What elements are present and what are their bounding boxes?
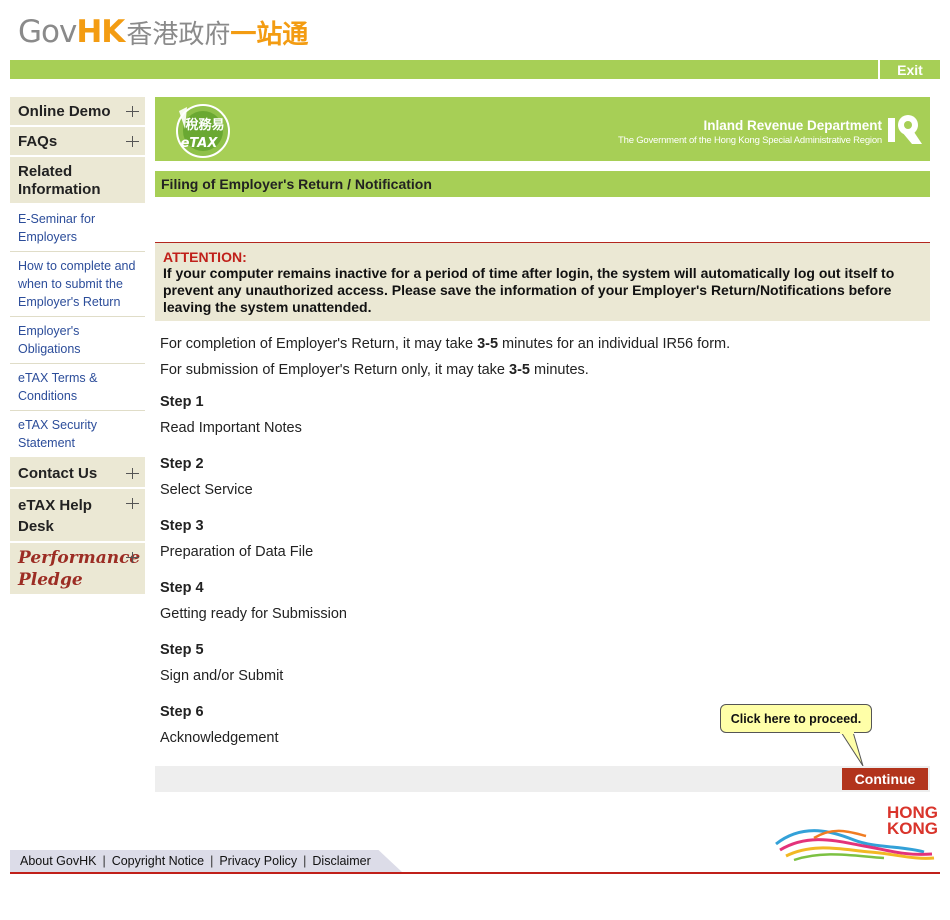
info-submission-time: For submission of Employer's Return only… — [160, 362, 589, 378]
step-item: Step 3 Preparation of Data File — [160, 516, 920, 562]
footer-links: About GovHK | Copyright Notice | Privacy… — [10, 850, 402, 872]
step-heading: Step 1 — [160, 394, 204, 410]
sidebar-section-related-information: Related Information — [10, 157, 145, 205]
expand-icon — [126, 135, 139, 148]
footer-link-copyright[interactable]: Copyright Notice — [112, 854, 204, 868]
sidebar-item-label: Online Demo — [18, 103, 111, 120]
exit-button[interactable]: Exit — [878, 60, 940, 79]
etax-chinese-text: 稅務易 — [185, 117, 224, 133]
etax-logo-icon[interactable]: 稅務易 eTAX — [165, 99, 241, 159]
ird-title: Inland Revenue Department The Government… — [618, 118, 882, 146]
attention-title: ATTENTION: — [163, 249, 247, 265]
sidebar-link-security-statement[interactable]: eTAX Security Statement — [10, 411, 145, 459]
sidebar-link-employer-obligations[interactable]: Employer's Obligations — [10, 317, 145, 364]
brand-text-line-2: KONG — [887, 819, 938, 838]
step-text: Getting ready for Submission — [160, 606, 347, 622]
logo-chinese-highlight: 一站通 — [230, 19, 309, 50]
step-item: Step 5 Sign and/or Submit — [160, 640, 920, 686]
sidebar-item-help-desk[interactable]: eTAX Help Desk — [10, 489, 145, 543]
sidebar: Online Demo FAQs Related Information E-S… — [10, 97, 145, 596]
proceed-tooltip: Click here to proceed. — [720, 704, 872, 733]
sidebar-item-online-demo[interactable]: Online Demo — [10, 97, 145, 127]
sidebar-item-label: Contact Us — [18, 465, 98, 482]
sidebar-item-label: FAQs — [18, 133, 58, 150]
main-content: For completion of Employer's Return, it … — [160, 334, 920, 748]
sidebar-item-contact-us[interactable]: Contact Us — [10, 459, 145, 489]
footer-link-disclaimer[interactable]: Disclaimer — [312, 854, 370, 868]
expand-icon — [126, 467, 139, 480]
step-text: Read Important Notes — [160, 420, 302, 436]
step-heading: Step 4 — [160, 580, 204, 596]
step-heading: Step 3 — [160, 518, 204, 534]
ird-subtitle: The Government of the Hong Kong Special … — [618, 135, 882, 146]
step-heading: Step 2 — [160, 456, 204, 472]
tooltip-pointer-icon — [840, 732, 864, 766]
ird-name: Inland Revenue Department — [703, 118, 882, 133]
info-completion-time: For completion of Employer's Return, it … — [160, 336, 731, 352]
step-item: Step 2 Select Service — [160, 454, 920, 500]
brand-hong-kong-logo: HONG KONG — [775, 803, 938, 862]
attention-body: If your computer remains inactive for a … — [163, 265, 895, 315]
expand-icon — [126, 105, 139, 118]
footer-divider — [10, 872, 940, 874]
footer-separator: | — [303, 854, 307, 868]
footer-link-privacy[interactable]: Privacy Policy — [219, 854, 297, 868]
sidebar-link-terms-conditions[interactable]: eTAX Terms & Conditions — [10, 364, 145, 411]
pledge-line-1: Performance — [18, 548, 141, 568]
attention-notice: ATTENTION: If your computer remains inac… — [155, 242, 930, 321]
expand-icon — [126, 551, 139, 564]
step-item: Step 1 Read Important Notes — [160, 392, 920, 438]
etax-banner: 稅務易 eTAX Inland Revenue Department The G… — [155, 97, 930, 161]
step-text: Select Service — [160, 482, 253, 498]
step-heading: Step 5 — [160, 642, 204, 658]
logo-hk-text: HK — [76, 14, 125, 50]
page-title: Filing of Employer's Return / Notificati… — [155, 171, 930, 197]
sidebar-link-how-to-complete[interactable]: How to complete and when to submit the E… — [10, 252, 145, 317]
sidebar-item-faqs[interactable]: FAQs — [10, 127, 145, 157]
logo-gov-text: Gov — [18, 14, 77, 50]
logo-chinese-text: 香港政府 — [126, 19, 231, 50]
footer-separator: | — [102, 854, 106, 868]
step-text: Preparation of Data File — [160, 544, 314, 560]
footer-link-about-govhk[interactable]: About GovHK — [20, 854, 96, 868]
ird-logo-icon — [888, 115, 922, 144]
sidebar-item-label: eTAX Help Desk — [18, 497, 92, 535]
sidebar-link-e-seminar[interactable]: E-Seminar for Employers — [10, 205, 145, 252]
step-text: Sign and/or Submit — [160, 668, 284, 684]
action-bar: Continue — [155, 766, 930, 792]
govhk-logo[interactable]: Gov HK 香港政府 一站通 — [18, 14, 308, 50]
top-bar: Exit — [10, 60, 940, 79]
step-item: Step 4 Getting ready for Submission — [160, 578, 920, 624]
sidebar-section-label: Related Information — [18, 163, 101, 198]
pledge-line-2: Pledge — [18, 570, 83, 590]
footer-separator: | — [210, 854, 214, 868]
sidebar-item-performance-pledge[interactable]: Performance Pledge — [10, 543, 145, 596]
expand-icon — [126, 497, 139, 510]
continue-button[interactable]: Continue — [842, 768, 928, 790]
etax-english-text: eTAX — [181, 136, 219, 151]
